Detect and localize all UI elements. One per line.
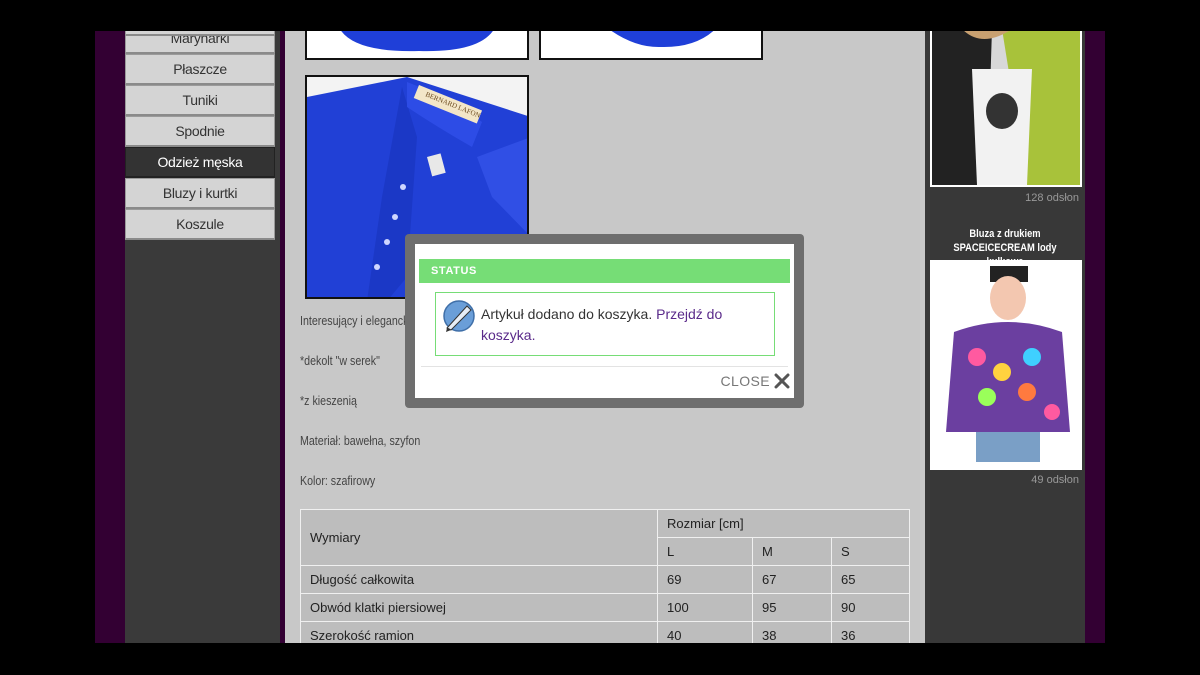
popular-item-2-image[interactable] (930, 260, 1082, 470)
status-modal-body: STATUS Artykuł dodano do koszyka. Przejd… (415, 244, 794, 398)
status-modal: STATUS Artykuł dodano do koszyka. Przejd… (405, 234, 804, 408)
popular-products-column: 128 odsłon Bluza z drukiem SPACEICECREAM… (925, 31, 1085, 643)
category-item-odziez-meska[interactable]: Odzież męska (125, 147, 275, 178)
description-line-3: *z kieszenią (300, 393, 357, 408)
row-label: Długość całkowita (300, 565, 658, 594)
cell-value: 40 (657, 621, 753, 643)
cell-value: 38 (752, 621, 832, 643)
size-header-m: M (752, 537, 832, 566)
status-message-box: Artykuł dodano do koszyka. Przejdź do ko… (435, 292, 775, 356)
status-message: Artykuł dodano do koszyka. Przejdź do ko… (481, 304, 761, 346)
popular-item-2-views: 49 odsłon (1031, 474, 1079, 486)
description-line-4: Materiał: bawełna, szyfon (300, 433, 421, 448)
description-line-5: Kolor: szafirowy (300, 473, 376, 488)
cell-value: 90 (831, 593, 910, 622)
cell-value: 95 (752, 593, 832, 622)
size-table-header-rozmiar: Rozmiar [cm] (657, 509, 910, 538)
cell-value: 67 (752, 565, 832, 594)
close-button[interactable]: CLOSE (721, 373, 790, 389)
pen-icon (443, 300, 475, 332)
description-line-2: *dekolt "w serek" (300, 353, 380, 368)
category-item-plaszcze[interactable]: Płaszcze (125, 54, 275, 85)
size-header-s: S (831, 537, 910, 566)
category-item-tuniki[interactable]: Tuniki (125, 85, 275, 116)
status-header: STATUS (419, 259, 790, 283)
status-message-text: Artykuł dodano do koszyka. (481, 306, 653, 322)
category-list: Marynarki Płaszcze Tuniki Spodnie Odzież… (125, 31, 280, 240)
close-label: CLOSE (720, 373, 770, 389)
category-item-bluzy-i-kurtki[interactable]: Bluzy i kurtki (125, 178, 275, 209)
cell-value: 36 (831, 621, 910, 643)
modal-divider (421, 366, 788, 367)
cell-value: 100 (657, 593, 753, 622)
cell-value: 65 (831, 565, 910, 594)
row-label: Szerokość ramion (300, 621, 658, 643)
description-line-1: Interesujący i elegancki (300, 313, 411, 328)
product-thumbnail-1[interactable] (305, 31, 529, 60)
size-header-l: L (657, 537, 753, 566)
popular-item-1-image[interactable] (930, 31, 1082, 187)
category-item-partial[interactable] (125, 31, 275, 36)
category-item-spodnie[interactable]: Spodnie (125, 116, 275, 147)
table-row: Długość całkowita 69 67 65 (300, 565, 910, 594)
table-row: Szerokość ramion 40 38 36 (300, 621, 910, 643)
category-sidebar: Marynarki Płaszcze Tuniki Spodnie Odzież… (125, 31, 280, 643)
cell-value: 69 (657, 565, 753, 594)
size-table-header-wymiary: Wymiary (300, 509, 658, 566)
close-icon (774, 373, 790, 389)
row-label: Obwód klatki piersiowej (300, 593, 658, 622)
table-row: Obwód klatki piersiowej 100 95 90 (300, 593, 910, 622)
popular-item-1-views: 128 odsłon (1025, 192, 1079, 204)
product-thumbnail-2[interactable] (539, 31, 763, 60)
category-item-koszule[interactable]: Koszule (125, 209, 275, 240)
size-table: Wymiary Rozmiar [cm] L M S Długość całko… (300, 509, 910, 643)
